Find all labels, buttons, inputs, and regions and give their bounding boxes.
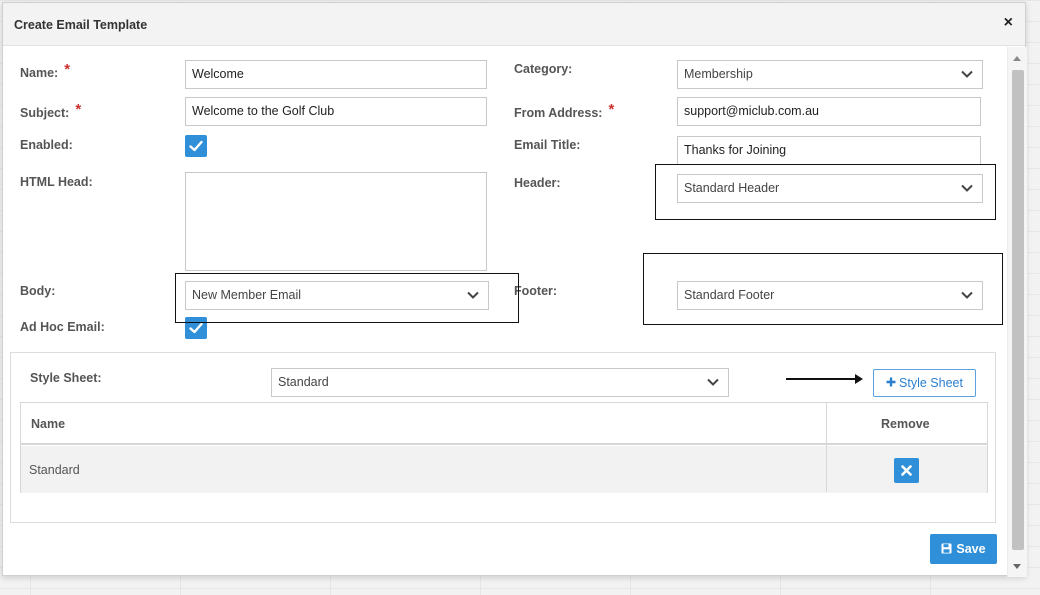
footer-select-value: Standard Footer: [684, 288, 775, 302]
annotation-arrow-head-icon: [855, 374, 863, 384]
email-title-label: Email Title:: [514, 138, 581, 152]
floppy-disk-icon: [941, 543, 952, 554]
stylesheet-select[interactable]: Standard: [271, 368, 729, 397]
html-head-label: HTML Head:: [20, 175, 93, 189]
checkmark-icon: [189, 140, 203, 152]
column-header-name: Name: [31, 417, 66, 431]
save-button-label: Save: [956, 542, 986, 556]
close-icon: [901, 465, 912, 476]
chevron-down-icon: [707, 378, 719, 386]
html-head-textarea[interactable]: [185, 172, 487, 271]
scroll-down-arrow-icon[interactable]: [1013, 564, 1021, 569]
name-label: Name: *: [20, 61, 71, 80]
category-label: Category:: [514, 62, 573, 76]
from-address-input[interactable]: support@miclub.com.au: [677, 97, 981, 126]
body-select-value: New Member Email: [192, 288, 302, 302]
close-icon[interactable]: ×: [1004, 15, 1013, 31]
stylesheet-table: Name Remove Standard: [20, 402, 988, 493]
dialog-scrollbar[interactable]: [1007, 47, 1027, 577]
save-button[interactable]: Save: [930, 534, 997, 564]
add-stylesheet-button[interactable]: Style Sheet: [873, 369, 976, 397]
footer-select[interactable]: Standard Footer: [677, 281, 983, 310]
enabled-label: Enabled:: [20, 138, 73, 152]
add-stylesheet-button-label: Style Sheet: [899, 376, 963, 390]
ad-hoc-email-label: Ad Hoc Email:: [20, 320, 105, 334]
remove-row-button[interactable]: [894, 458, 919, 483]
chevron-down-icon: [961, 70, 973, 78]
chevron-down-icon: [467, 291, 479, 299]
body-select[interactable]: New Member Email: [185, 281, 489, 310]
subject-label: Subject: *: [20, 101, 82, 120]
ad-hoc-email-checkbox[interactable]: [185, 317, 207, 339]
from-address-label: From Address: *: [514, 101, 615, 120]
dialog-title: Create Email Template: [14, 18, 148, 32]
scroll-up-arrow-icon[interactable]: [1013, 56, 1021, 61]
name-input[interactable]: Welcome: [185, 60, 487, 89]
required-mark: *: [75, 101, 82, 118]
column-divider: [826, 403, 827, 492]
checkmark-icon: [189, 322, 203, 334]
category-select[interactable]: Membership: [677, 60, 983, 89]
required-mark: *: [64, 61, 71, 78]
dialog-header: Create Email Template ×: [3, 3, 1025, 46]
header-select[interactable]: Standard Header: [677, 174, 983, 203]
subject-input[interactable]: Welcome to the Golf Club: [185, 97, 487, 126]
category-select-value: Membership: [684, 67, 753, 81]
header-select-value: Standard Header: [684, 181, 780, 195]
body-label: Body:: [20, 284, 56, 298]
plus-icon: [886, 377, 896, 387]
chevron-down-icon: [961, 291, 973, 299]
header-label: Header:: [514, 176, 561, 190]
table-header-row: Name Remove: [21, 403, 987, 445]
enabled-checkbox[interactable]: [185, 135, 207, 157]
annotation-arrow-line: [786, 378, 856, 380]
stylesheet-select-value: Standard: [278, 375, 329, 389]
row-name-cell: Standard: [29, 463, 80, 477]
email-title-input[interactable]: Thanks for Joining: [677, 136, 981, 165]
scroll-thumb[interactable]: [1012, 70, 1024, 550]
column-header-remove: Remove: [881, 417, 930, 431]
table-row: Standard: [21, 446, 987, 493]
stylesheet-label: Style Sheet:: [30, 371, 102, 385]
footer-label: Footer:: [514, 284, 558, 298]
chevron-down-icon: [961, 184, 973, 192]
required-mark: *: [608, 101, 615, 118]
